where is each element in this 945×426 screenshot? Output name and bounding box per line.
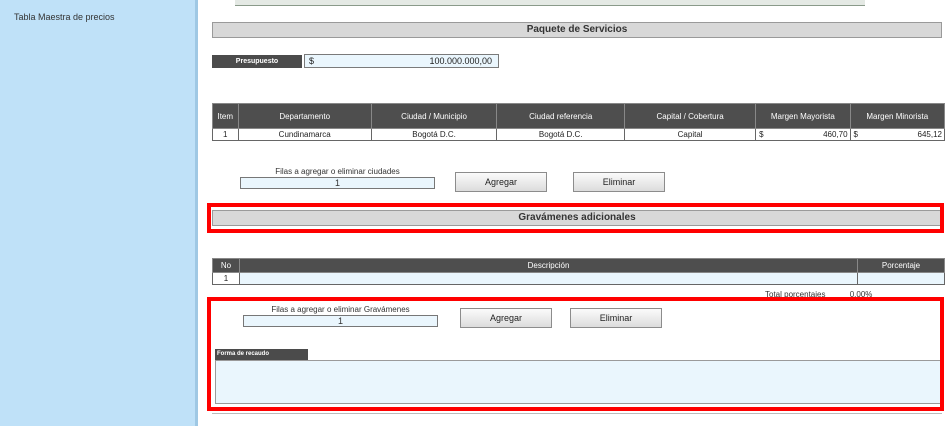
cell-no: 1 (212, 272, 240, 285)
bottom-divider (212, 413, 942, 414)
cell-ciudad[interactable]: Bogotá D.C. (370, 128, 498, 141)
cell-margen-mayorista[interactable]: $ 460,70 (755, 128, 851, 141)
remove-city-button[interactable]: Eliminar (573, 172, 665, 192)
cell-item: 1 (212, 128, 239, 141)
sidebar-item-price-master-table[interactable]: Tabla Maestra de precios (14, 12, 115, 22)
table-row[interactable]: 1 Cundinamarca Bogotá D.C. Bogotá D.C. C… (212, 128, 945, 141)
budget-label: Presupuesto (212, 55, 302, 68)
cell-ciudad-referencia[interactable]: Bogotá D.C. (496, 128, 626, 141)
currency-symbol: $ (853, 130, 858, 139)
add-city-button[interactable]: Agregar (455, 172, 547, 192)
cities-rows-label: Filas a agregar o eliminar ciudades (275, 167, 400, 176)
budget-currency: $ (309, 56, 315, 66)
col-departamento: Departamento (237, 103, 372, 129)
cell-margen-minorista[interactable]: $ 645,12 (849, 128, 945, 141)
budget-field[interactable]: $ 100.000.000,00 (304, 54, 499, 68)
highlight-box-taxes-controls (207, 297, 944, 411)
col-no: No (212, 258, 240, 273)
budget-value: 100.000.000,00 (429, 56, 492, 66)
col-ciudad-referencia: Ciudad referencia (496, 103, 626, 129)
services-section-title: Paquete de Servicios (212, 22, 942, 38)
currency-symbol: $ (759, 130, 764, 139)
main-content: Paquete de Servicios Presupuesto $ 100.0… (205, 0, 945, 426)
col-margen-mayorista: Margen Mayorista (755, 103, 851, 129)
cities-rows-control: Filas a agregar o eliminar ciudades 1 (240, 167, 435, 189)
col-descripcion: Descripción (239, 258, 858, 273)
cell-descripcion[interactable] (239, 272, 858, 285)
col-ciudad-municipio: Ciudad / Municipio (370, 103, 498, 129)
taxes-table: No Descripción Porcentaje 1 (212, 258, 945, 285)
sidebar: Tabla Maestra de precios (0, 0, 198, 426)
top-scroll-edge (235, 0, 865, 6)
cell-departamento[interactable]: Cundinamarca (237, 128, 372, 141)
col-porcentaje: Porcentaje (857, 258, 945, 273)
highlight-box-taxes-title (207, 203, 944, 233)
cities-table: Item Departamento Ciudad / Municipio Ciu… (212, 103, 945, 141)
margen-mayorista-value: 460,70 (823, 130, 848, 139)
col-capital-cobertura: Capital / Cobertura (624, 103, 757, 129)
col-margen-minorista: Margen Minorista (849, 103, 945, 129)
margen-minorista-value: 645,12 (917, 130, 942, 139)
taxes-table-header: No Descripción Porcentaje (212, 258, 945, 273)
cities-rows-input[interactable]: 1 (240, 177, 435, 189)
table-row[interactable]: 1 (212, 272, 945, 285)
cities-table-header: Item Departamento Ciudad / Municipio Ciu… (212, 103, 945, 129)
col-item: Item (212, 103, 239, 129)
cell-porcentaje[interactable] (857, 272, 945, 285)
cell-capital[interactable]: Capital (624, 128, 757, 141)
